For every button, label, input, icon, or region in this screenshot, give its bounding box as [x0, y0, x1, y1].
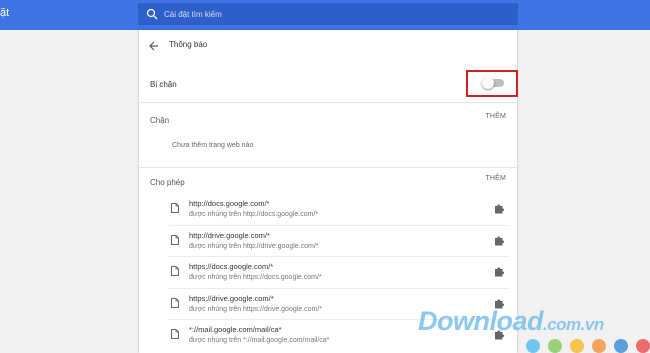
site-embedded-on: được nhúng trên https://drive.google.com…	[189, 305, 323, 313]
file-icon	[171, 234, 179, 245]
watermark-dot	[570, 339, 584, 353]
blocked-toggle[interactable]	[482, 77, 504, 89]
site-url: http://docs.google.com/*	[189, 199, 270, 208]
watermark-dot	[614, 339, 628, 353]
site-url: http://drive.google.com/*	[189, 230, 270, 240]
file-icon	[171, 297, 179, 308]
puzzle-icon[interactable]	[494, 266, 505, 277]
blocked-toggle-label: Bị chặn	[150, 80, 177, 89]
allow-section-title: Cho phép	[150, 178, 185, 187]
site-row[interactable]: https://docs.google.com/* được nhúng trê…	[169, 257, 509, 289]
site-row[interactable]: http://docs.google.com/* được nhúng trên…	[169, 194, 509, 226]
site-embedded-on: được nhúng trên http://docs.google.com/*	[189, 211, 319, 218]
search-input[interactable]	[164, 3, 504, 25]
blocked-toggle-row: Bị chặn	[139, 70, 518, 98]
file-icon	[171, 329, 179, 339]
watermark-dots	[526, 339, 650, 353]
watermark-dot	[526, 339, 540, 353]
page-title: Thông báo	[169, 40, 208, 49]
puzzle-icon[interactable]	[494, 203, 505, 214]
divider	[139, 167, 517, 168]
site-row[interactable]: http://drive.google.com/* được nhúng trê…	[169, 226, 509, 257]
file-icon	[171, 266, 179, 276]
watermark-brand: Download	[418, 306, 544, 336]
watermark-dot	[548, 339, 562, 353]
settings-card: Thông báo Bị chặn Chặn THÊM Chưa thêm tr…	[139, 30, 518, 353]
watermark-dot	[592, 339, 606, 353]
file-icon	[171, 203, 179, 213]
watermark-dot	[636, 339, 650, 353]
search-icon	[146, 8, 158, 20]
site-embedded-on: được nhúng trên *://mail.google.com/mail…	[189, 337, 330, 344]
site-url: *://mail.google.com/mail/ca*	[189, 325, 282, 334]
top-bar: ặt	[0, 0, 650, 30]
site-embedded-on: được nhúng trên http://drive.google.com/…	[189, 242, 319, 250]
page-header: Thông báo	[139, 30, 517, 62]
toggle-knob[interactable]	[482, 77, 494, 89]
block-section-title: Chặn	[150, 116, 170, 125]
block-empty-text: Chưa thêm trang web nào	[172, 142, 254, 149]
site-embedded-on: được nhúng trên https://docs.google.com/…	[189, 274, 322, 281]
site-url: https://docs.google.com/*	[189, 262, 274, 271]
app-title-fragment: ặt	[0, 7, 10, 19]
divider	[139, 102, 517, 103]
site-url: https://drive.google.com/*	[189, 293, 274, 303]
watermark-logo: Download.com.vn	[418, 306, 604, 337]
allow-add-button[interactable]: THÊM	[485, 175, 506, 182]
arrow-left-icon[interactable]	[149, 41, 159, 51]
puzzle-icon[interactable]	[494, 235, 505, 246]
block-add-button[interactable]: THÊM	[485, 113, 506, 120]
watermark-domain: .com.vn	[543, 315, 604, 334]
search-box[interactable]	[138, 3, 518, 25]
